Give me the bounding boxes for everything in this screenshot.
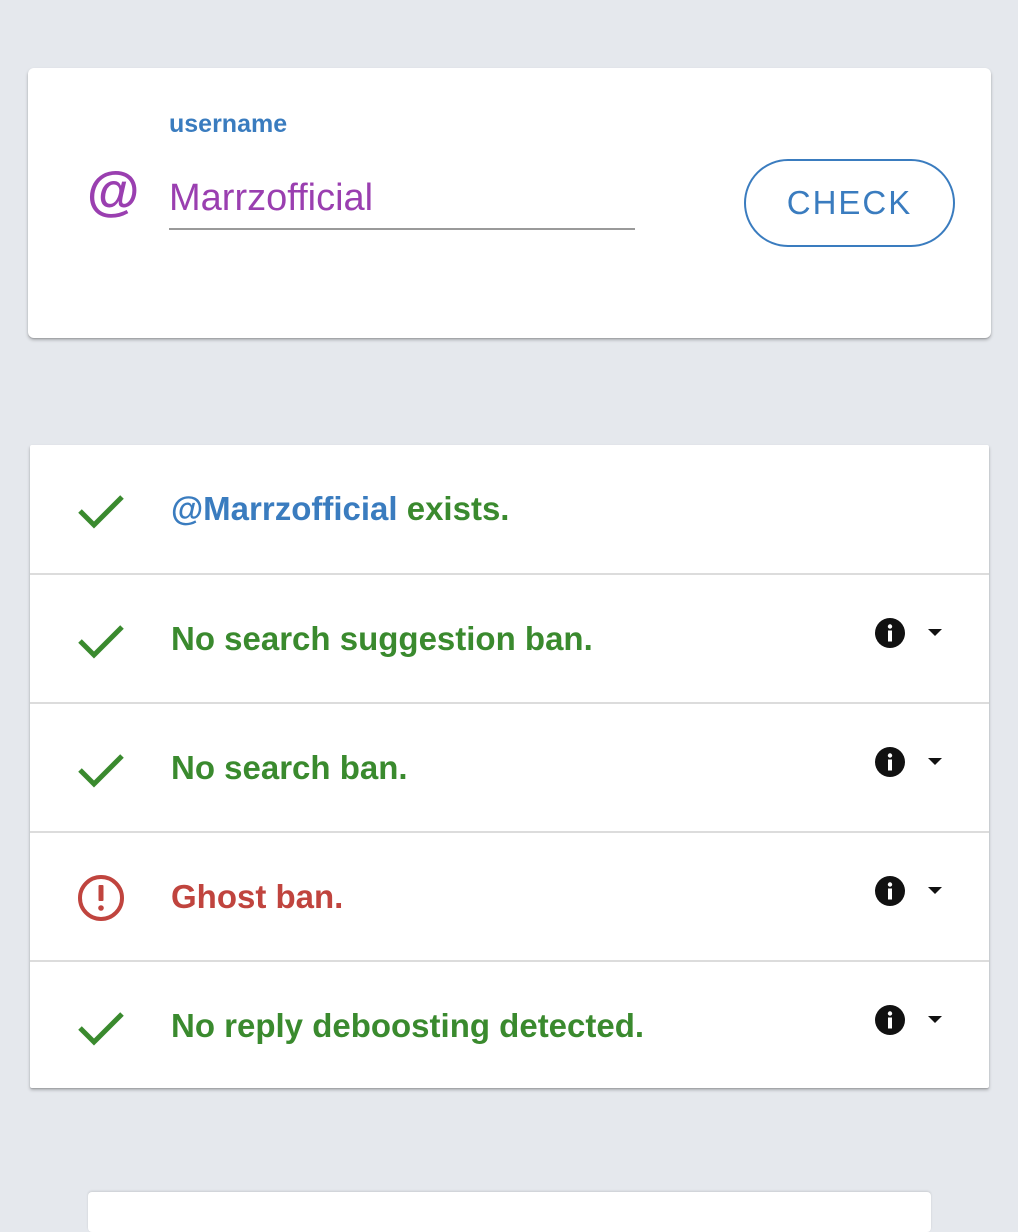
info-icon[interactable] [875,747,905,777]
result-text: No reply deboosting detected. [171,1007,645,1044]
info-icon[interactable] [875,618,905,648]
dropdown-arrow-icon[interactable] [928,1014,942,1024]
info-icon[interactable] [875,1005,905,1035]
username-handle[interactable]: @Marrzofficial [171,490,398,527]
results-card: @Marrzofficial exists. No search suggest… [30,445,989,1088]
result-text: Ghost ban. [171,878,344,915]
result-text: No search suggestion ban. [171,620,593,657]
result-row-search-suggestion-ban: No search suggestion ban. [30,573,989,701]
username-label: username [169,110,288,138]
checkmark-icon [78,625,124,659]
username-input[interactable] [169,168,635,230]
result-row-reply-deboosting: No reply deboosting detected. [30,960,989,1088]
at-sign-icon: @ [86,162,139,222]
checkmark-icon [78,1012,124,1046]
checkmark-icon [78,495,124,529]
info-icon[interactable] [875,876,905,906]
next-card [88,1192,931,1232]
dropdown-arrow-icon[interactable] [928,885,942,895]
check-button[interactable]: CHECK [744,159,955,247]
result-message: exists. [397,490,510,527]
result-row-search-ban: No search ban. [30,702,989,830]
result-row-exists: @Marrzofficial exists. [30,445,989,573]
checkmark-icon [78,754,124,788]
alert-circle-icon [78,875,124,921]
result-text: @Marrzofficial exists. [171,489,509,529]
result-text: No search ban. [171,749,408,786]
dropdown-arrow-icon[interactable] [928,756,942,766]
result-row-ghost-ban: Ghost ban. [30,831,989,959]
dropdown-arrow-icon[interactable] [928,627,942,637]
